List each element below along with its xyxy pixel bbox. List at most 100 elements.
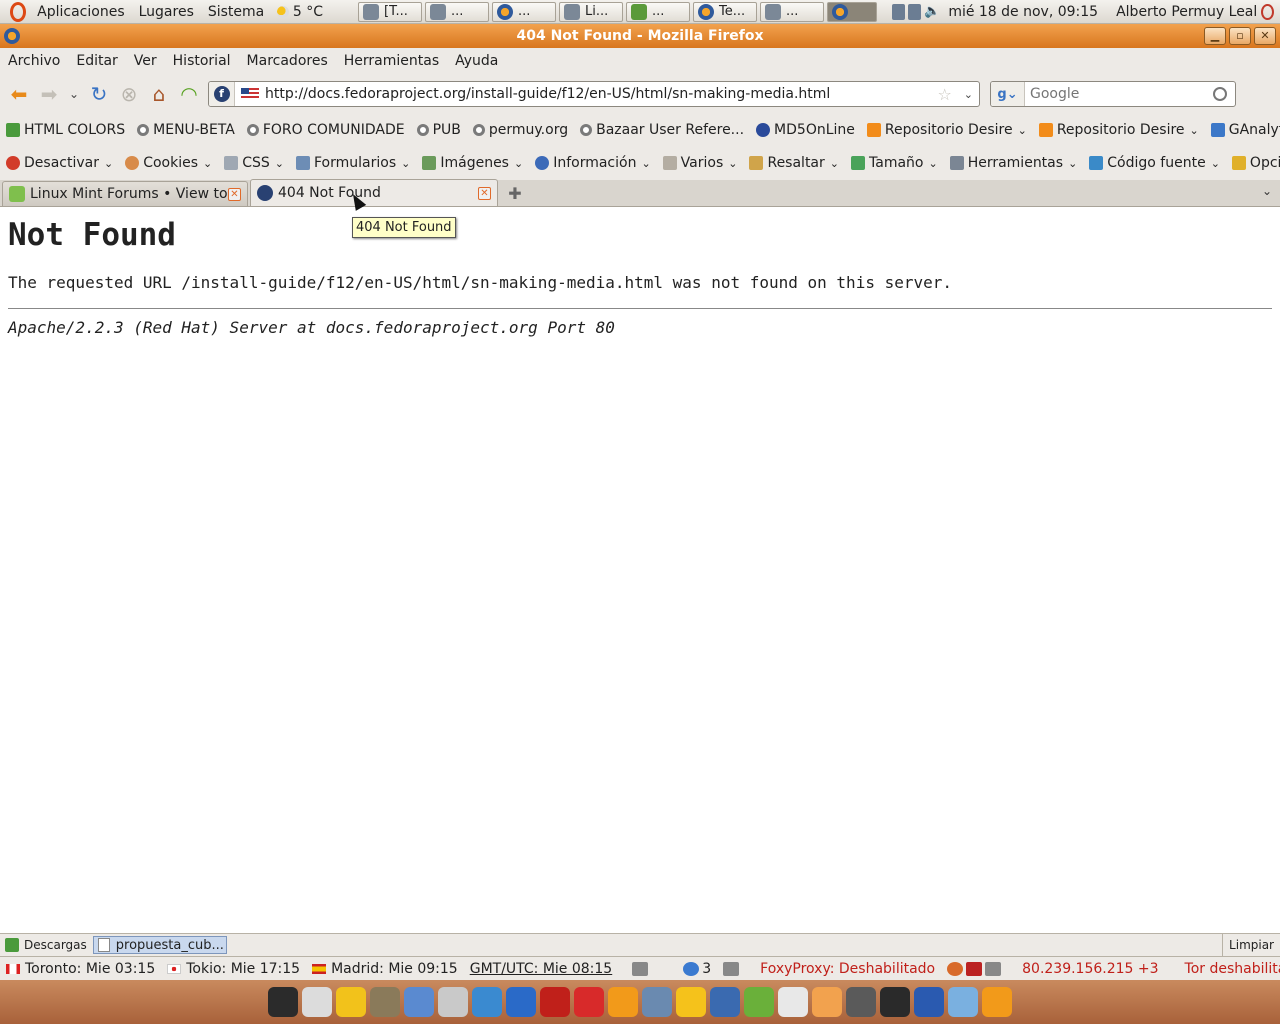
- display-icon[interactable]: [908, 3, 922, 20]
- task-button[interactable]: ...: [492, 1, 556, 22]
- download-item[interactable]: propuesta_cub...: [92, 936, 227, 954]
- bookmark-item[interactable]: Bazaar User Refere...: [574, 122, 750, 138]
- menu-marcadores[interactable]: Marcadores: [239, 53, 336, 69]
- dock-launcher-icon[interactable]: [880, 987, 910, 1017]
- devtool-menu[interactable]: Herramientas ⌄: [944, 155, 1084, 171]
- devtool-menu[interactable]: Varios ⌄: [657, 155, 744, 171]
- clock[interactable]: mié 18 de nov, 09:15: [948, 4, 1098, 20]
- back-button[interactable]: ⬅: [4, 79, 34, 109]
- clock-tokio[interactable]: Tokio: Mie 17:15: [161, 961, 306, 977]
- dock-launcher-icon[interactable]: [404, 987, 434, 1017]
- screen-tool[interactable]: [626, 961, 657, 976]
- new-tab-icon[interactable]: ✚: [502, 181, 528, 206]
- wifi-feed-icon[interactable]: ◠: [174, 79, 204, 109]
- bookmark-item[interactable]: HTML COLORS: [0, 122, 131, 138]
- clock-madrid[interactable]: Madrid: Mie 09:15: [306, 961, 464, 977]
- window-titlebar[interactable]: 404 Not Found - Mozilla Firefox ▁ ▫ ✕: [0, 24, 1280, 48]
- task-button[interactable]: Te...: [693, 1, 757, 22]
- devtool-menu[interactable]: Tamaño ⌄: [845, 155, 944, 171]
- devtool-menu[interactable]: Formularios ⌄: [290, 155, 416, 171]
- task-button[interactable]: Li...: [559, 1, 623, 22]
- bookmark-item[interactable]: MENU-BETA: [131, 122, 241, 138]
- dock-launcher-icon[interactable]: [608, 987, 638, 1017]
- menu-ver[interactable]: Ver: [126, 53, 165, 69]
- dock-launcher-icon[interactable]: [370, 987, 400, 1017]
- bookmark-item[interactable]: GAnalytics: [1205, 122, 1280, 138]
- search-icon[interactable]: [1213, 87, 1227, 101]
- task-button[interactable]: [T...: [358, 1, 422, 22]
- clear-downloads-button[interactable]: Limpiar: [1222, 934, 1280, 956]
- task-button[interactable]: ...: [425, 1, 489, 22]
- weather-temperature[interactable]: 5 °C: [289, 4, 330, 20]
- browser-tab[interactable]: Linux Mint Forums • View to... ✕: [2, 181, 248, 206]
- bookmark-item[interactable]: FORO COMUNIDADE: [241, 122, 411, 138]
- dock-launcher-icon[interactable]: [540, 987, 570, 1017]
- menu-ayuda[interactable]: Ayuda: [447, 53, 506, 69]
- bookmark-item[interactable]: permuy.org: [467, 122, 574, 138]
- downloads-label[interactable]: Descargas: [24, 938, 87, 952]
- dock-launcher-icon[interactable]: [676, 987, 706, 1017]
- task-button[interactable]: [827, 1, 877, 22]
- google-engine-icon[interactable]: g⌄: [991, 82, 1025, 106]
- url-text[interactable]: http://docs.fedoraproject.org/install-gu…: [265, 86, 931, 102]
- history-dropdown-icon[interactable]: ⌄: [64, 79, 84, 109]
- menu-sistema[interactable]: Sistema: [201, 4, 271, 20]
- dock-launcher-icon[interactable]: [642, 987, 672, 1017]
- browser-tab[interactable]: 404 Not Found ✕: [250, 179, 498, 206]
- bookmark-item[interactable]: PUB: [411, 122, 467, 138]
- reload-button[interactable]: ↻: [84, 79, 114, 109]
- url-dropdown-icon[interactable]: ⌄: [958, 88, 979, 101]
- search-bar[interactable]: g⌄: [990, 81, 1236, 107]
- menu-editar[interactable]: Editar: [68, 53, 125, 69]
- url-bar[interactable]: f http://docs.fedoraproject.org/install-…: [208, 81, 980, 107]
- stop-button[interactable]: ⊗: [114, 79, 144, 109]
- bookmark-item[interactable]: MD5OnLine: [750, 122, 861, 138]
- volume-icon[interactable]: 🔈: [924, 4, 940, 19]
- clock-toronto[interactable]: Toronto: Mie 03:15: [0, 961, 161, 977]
- dock-launcher-icon[interactable]: [336, 987, 366, 1017]
- weather-icon[interactable]: [277, 5, 289, 18]
- ubuntu-logo-icon[interactable]: [10, 1, 27, 22]
- close-tab-icon[interactable]: ✕: [228, 187, 241, 201]
- dock-launcher-icon[interactable]: [472, 987, 502, 1017]
- task-button[interactable]: ...: [760, 1, 824, 22]
- devtool-menu[interactable]: Resaltar ⌄: [743, 155, 845, 171]
- dock-launcher-icon[interactable]: [268, 987, 298, 1017]
- maximize-button[interactable]: ▫: [1229, 27, 1251, 45]
- dock-launcher-icon[interactable]: [982, 987, 1012, 1017]
- devtool-menu[interactable]: Código fuente ⌄: [1083, 155, 1226, 171]
- close-tab-icon[interactable]: ✕: [478, 186, 491, 200]
- bookmark-item[interactable]: Repositorio Desire ⌄: [861, 122, 1033, 138]
- devtool-menu[interactable]: Información ⌄: [529, 155, 656, 171]
- menu-archivo[interactable]: Archivo: [0, 53, 68, 69]
- dock-launcher-icon[interactable]: [948, 987, 978, 1017]
- power-icon[interactable]: [1261, 3, 1274, 20]
- search-input[interactable]: [1025, 86, 1213, 102]
- bookmark-star-icon[interactable]: ☆: [931, 85, 957, 104]
- tor-status[interactable]: Tor deshabilitado: [1179, 961, 1280, 977]
- dock-launcher-icon[interactable]: [744, 987, 774, 1017]
- bug-tool[interactable]: [717, 961, 748, 976]
- dock-launcher-icon[interactable]: [914, 987, 944, 1017]
- all-tabs-chevron-icon[interactable]: ⌄: [1262, 184, 1272, 198]
- dock-launcher-icon[interactable]: [710, 987, 740, 1017]
- minimize-button[interactable]: ▁: [1204, 27, 1226, 45]
- devtool-menu[interactable]: Imágenes ⌄: [416, 155, 529, 171]
- dock-launcher-icon[interactable]: [438, 987, 468, 1017]
- dock-launcher-icon[interactable]: [846, 987, 876, 1017]
- devtool-menu[interactable]: Opcio: [1226, 155, 1280, 171]
- close-window-button[interactable]: ✕: [1254, 27, 1276, 45]
- downloads-icon[interactable]: [5, 938, 19, 952]
- home-button[interactable]: ⌂: [144, 79, 174, 109]
- chat-status[interactable]: 3: [677, 961, 717, 977]
- forward-button[interactable]: ➡: [34, 79, 64, 109]
- dock-launcher-icon[interactable]: [778, 987, 808, 1017]
- devtool-menu[interactable]: Desactivar ⌄: [0, 155, 119, 171]
- menu-aplicaciones[interactable]: Aplicaciones: [30, 4, 131, 20]
- ip-address[interactable]: 80.239.156.215 +3: [1016, 961, 1164, 977]
- devtool-menu[interactable]: Cookies ⌄: [119, 155, 218, 171]
- adblock-tool[interactable]: [941, 961, 1010, 976]
- dock-launcher-icon[interactable]: [574, 987, 604, 1017]
- foxyproxy-status[interactable]: FoxyProxy: Deshabilitado: [754, 961, 941, 977]
- task-button[interactable]: ...: [626, 1, 690, 22]
